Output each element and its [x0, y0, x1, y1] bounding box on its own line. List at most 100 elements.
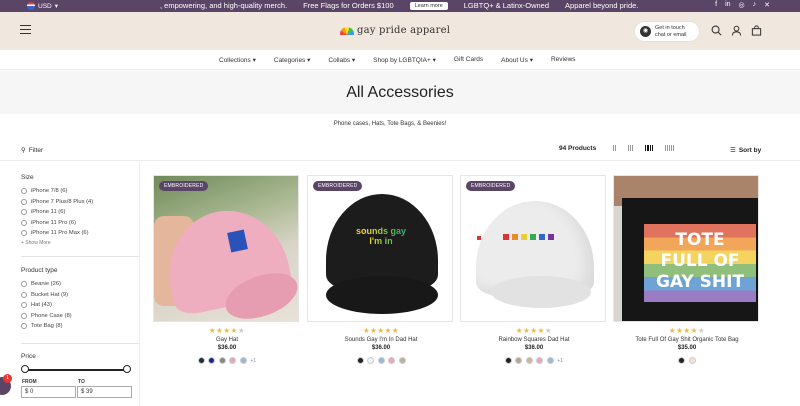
product-card[interactable]: EMBROIDERED ★★★★★ Gay Hat $36.00 +1: [153, 175, 301, 364]
filter-option[interactable]: Bucket Hat (9): [21, 290, 72, 301]
price-slider-max-handle[interactable]: [123, 365, 131, 373]
color-swatch[interactable]: [504, 357, 512, 364]
chat-button[interactable]: ◉ Get in touch chat or email: [634, 21, 700, 42]
color-swatch[interactable]: [208, 357, 216, 364]
logo-text: gay pride apparel: [357, 25, 451, 36]
grid-5-columns-icon[interactable]: [665, 145, 675, 151]
color-swatch[interactable]: [367, 357, 374, 364]
nav-item-collections[interactable]: Collections ▾: [219, 56, 256, 64]
product-card[interactable]: TOTE FULL OF GAY SHIT ★★★★★ Tote Full Of…: [613, 175, 761, 364]
price-to-input[interactable]: $ 39: [77, 386, 132, 398]
hamburger-menu-icon[interactable]: [20, 25, 31, 35]
color-swatch[interactable]: [218, 357, 226, 364]
color-swatch[interactable]: [536, 357, 544, 364]
checkbox[interactable]: [21, 302, 27, 309]
color-swatch[interactable]: [525, 357, 533, 364]
currency-selector[interactable]: USD ▾: [27, 2, 58, 10]
color-swatch[interactable]: [377, 357, 385, 364]
checkbox[interactable]: [21, 230, 27, 237]
ticker-text-3: LGBTQ+ & Latinx-Owned: [463, 1, 550, 10]
more-colors[interactable]: +1: [250, 358, 256, 364]
product-card[interactable]: EMBROIDERED ★★★★★ Rainbow Squares Dad Ha…: [460, 175, 608, 364]
checkbox[interactable]: [21, 323, 27, 330]
product-image[interactable]: TOTE FULL OF GAY SHIT: [613, 175, 759, 322]
product-price: $36.00: [371, 345, 391, 351]
color-swatch[interactable]: [398, 357, 406, 364]
color-swatch[interactable]: [229, 357, 237, 364]
rating-stars: ★★★★★: [362, 326, 400, 335]
checkbox[interactable]: [21, 219, 27, 226]
grid-4-columns-icon[interactable]: [645, 145, 654, 151]
filter-option[interactable]: Tote Bag (8): [21, 321, 72, 332]
header-actions: [711, 25, 762, 36]
color-swatch[interactable]: [197, 357, 205, 364]
product-name[interactable]: Tote Full Of Gay Shit Organic Tote Bag: [613, 337, 761, 343]
price-from-input[interactable]: $ 0: [21, 386, 76, 398]
filter-button[interactable]: ⚲ Filter: [21, 146, 43, 155]
account-icon[interactable]: [731, 25, 742, 36]
filter-option[interactable]: Hat (43): [21, 300, 72, 311]
filter-option[interactable]: iPhone 11 Pro Max (6): [21, 228, 93, 239]
color-swatch[interactable]: [688, 357, 696, 364]
color-swatch[interactable]: [515, 357, 523, 364]
nav-item-about-us[interactable]: About Us ▾: [501, 56, 533, 64]
filter-size: Size iPhone 7/8 (6) iPhone 7 Plus/8 Plus…: [21, 174, 93, 246]
product-name[interactable]: Rainbow Squares Dad Hat: [460, 337, 608, 343]
price-to-label: TO: [78, 379, 85, 385]
price-from-label: FROM: [22, 379, 37, 385]
color-swatch[interactable]: [239, 357, 247, 364]
sort-by-button[interactable]: ☰ Sort by: [730, 146, 761, 155]
product-name[interactable]: Gay Hat: [153, 337, 301, 343]
color-swatches: +1: [153, 357, 301, 364]
checkbox[interactable]: [21, 188, 27, 195]
price-slider-track[interactable]: [25, 369, 128, 371]
filter-option[interactable]: iPhone 11 Pro (6): [21, 218, 93, 229]
grid-2-columns-icon[interactable]: [613, 145, 616, 151]
embroidered-badge: EMBROIDERED: [159, 181, 209, 191]
search-icon[interactable]: [711, 25, 722, 36]
nav-item-reviews[interactable]: Reviews: [551, 56, 576, 64]
cart-icon[interactable]: [751, 25, 762, 36]
product-card[interactable]: sounds gay I'm in EMBROIDERED ★★★★★ Sound…: [307, 175, 455, 364]
color-swatches: [307, 357, 455, 364]
checkbox[interactable]: [21, 281, 27, 288]
checkbox[interactable]: [21, 198, 27, 205]
checkbox[interactable]: [21, 291, 27, 298]
nav-item-collabs[interactable]: Collabs ▾: [328, 56, 355, 64]
grid-3-columns-icon[interactable]: [628, 145, 633, 151]
site-logo[interactable]: gay pride apparel: [340, 25, 450, 36]
tiktok-icon[interactable]: ♪: [753, 1, 757, 9]
show-more-link[interactable]: + Show More: [21, 240, 93, 246]
rainbow-logo-icon: [340, 26, 354, 35]
nav-item-gift-cards[interactable]: Gift Cards: [454, 56, 483, 64]
product-image[interactable]: EMBROIDERED: [153, 175, 299, 322]
currency-label: USD: [38, 2, 52, 10]
x-icon[interactable]: ✕: [764, 1, 770, 9]
color-swatch[interactable]: [546, 357, 554, 364]
color-swatch[interactable]: [388, 357, 395, 364]
color-swatch[interactable]: [678, 357, 686, 364]
product-name[interactable]: Sounds Gay I'm In Dad Hat: [307, 337, 455, 343]
price-slider-min-handle[interactable]: [21, 365, 29, 373]
product-image[interactable]: sounds gay I'm in EMBROIDERED: [307, 175, 453, 322]
instagram-icon[interactable]: ◎: [739, 1, 745, 9]
checkbox[interactable]: [21, 209, 27, 216]
nav-item-shop-by-lgbtqia[interactable]: Shop by LGBTQIA+ ▾: [373, 56, 436, 64]
ticker-text-2: Free Flags for Orders $100: [303, 1, 394, 10]
learn-more-button[interactable]: Learn more: [409, 1, 448, 10]
linkedin-icon[interactable]: in: [725, 1, 730, 9]
filter-option[interactable]: Beanie (26): [21, 279, 72, 290]
collection-hero: All Accessories: [0, 71, 800, 114]
facebook-icon[interactable]: f: [715, 1, 717, 9]
filter-option[interactable]: iPhone 11 (6): [21, 207, 93, 218]
embroidered-badge: EMBROIDERED: [466, 181, 516, 191]
filter-option[interactable]: Phone Case (8): [21, 311, 72, 322]
filter-option[interactable]: iPhone 7/8 (6): [21, 186, 93, 197]
color-swatch[interactable]: [356, 357, 364, 364]
product-image[interactable]: EMBROIDERED: [460, 175, 606, 322]
checkbox[interactable]: [21, 312, 27, 319]
nav-item-categories[interactable]: Categories ▾: [274, 56, 311, 64]
ticker-text-4: Apparel beyond pride.: [565, 1, 639, 10]
filter-option[interactable]: iPhone 7 Plus/8 Plus (4): [21, 197, 93, 208]
more-colors[interactable]: +1: [557, 358, 563, 364]
